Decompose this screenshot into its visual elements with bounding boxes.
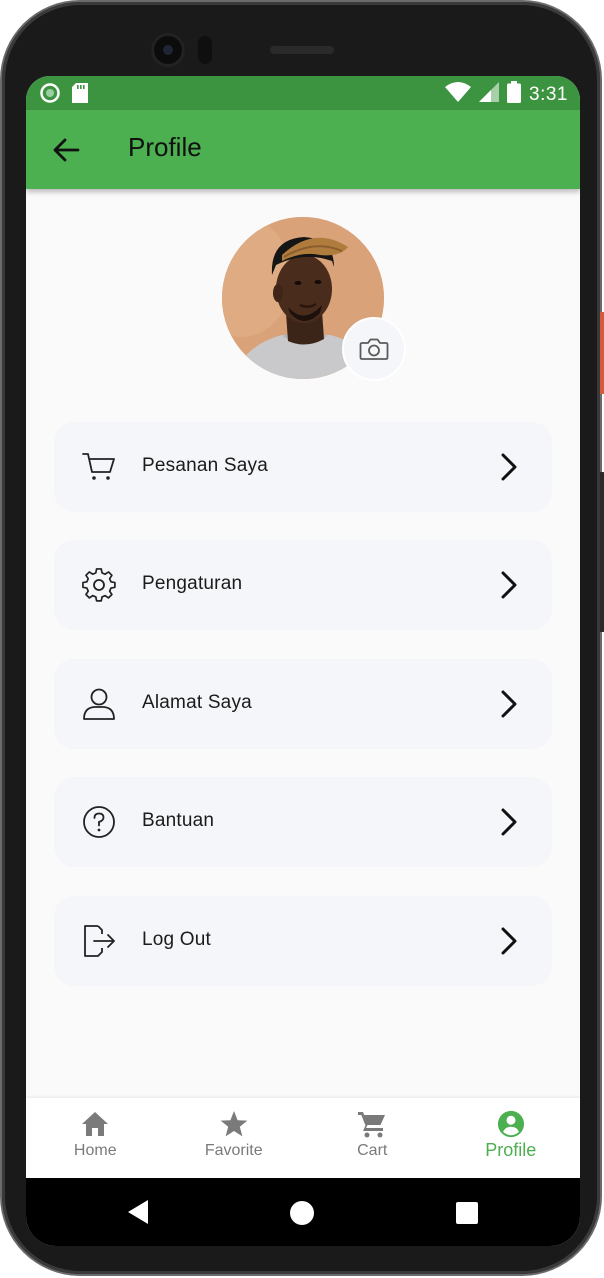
bottom-navigation: Home Favorite Cart Profile [26, 1098, 580, 1178]
notification-circle-icon [40, 83, 60, 108]
chevron-right-icon [496, 924, 522, 958]
menu-item-label: Bantuan [142, 810, 215, 831]
menu-item-alamat-saya[interactable]: Alamat Saya [54, 659, 552, 749]
menu-item-label: Pengaturan [142, 573, 243, 594]
user-icon [80, 685, 118, 723]
star-icon [220, 1111, 248, 1137]
cell-signal-icon [479, 82, 500, 107]
change-photo-button[interactable] [342, 317, 406, 381]
chevron-right-icon [496, 687, 522, 721]
menu-item-bantuan[interactable]: Bantuan [54, 777, 552, 867]
home-icon [82, 1112, 109, 1136]
menu-item-label: Alamat Saya [142, 692, 252, 713]
nav-item-home[interactable]: Home [26, 1098, 165, 1178]
page-title: Profile [128, 132, 202, 162]
system-recents-button[interactable] [456, 1202, 478, 1224]
battery-icon [507, 81, 522, 108]
menu-item-log-out[interactable]: Log Out [54, 896, 552, 986]
wifi-icon [445, 82, 472, 107]
chevron-right-icon [496, 450, 522, 484]
help-icon [80, 803, 118, 841]
cart-icon [358, 1112, 386, 1138]
system-back-button[interactable] [126, 1198, 150, 1231]
triangle-back-icon [128, 1200, 148, 1224]
menu-item-pengaturan[interactable]: Pengaturan [54, 540, 552, 630]
sd-card-icon [72, 83, 88, 108]
phone-top-bezel [2, 2, 600, 82]
menu-item-label: Log Out [142, 929, 212, 950]
nav-label-active: Profile [485, 1140, 537, 1160]
screen: 3:31 Profile Pesanan Saya Pengaturan Ala… [26, 76, 580, 1246]
menu-item-label: Pesanan Saya [142, 455, 268, 476]
chevron-right-icon [496, 805, 522, 839]
earpiece-speaker [270, 46, 334, 54]
power-button [600, 312, 604, 394]
back-button[interactable] [48, 132, 84, 168]
system-navigation-bar [26, 1178, 580, 1246]
account-circle-icon [497, 1110, 524, 1138]
cart-icon [80, 448, 118, 486]
nav-item-favorite[interactable]: Favorite [165, 1098, 304, 1178]
chevron-right-icon [496, 568, 522, 602]
nav-label: Home [73, 1142, 117, 1159]
proximity-sensor [198, 36, 212, 64]
status-time: 3:31 [529, 83, 568, 105]
system-home-button[interactable] [290, 1201, 314, 1225]
nav-item-cart[interactable]: Cart [303, 1098, 442, 1178]
app-bar: Profile [26, 110, 580, 189]
camera-icon [359, 338, 389, 360]
front-camera [154, 36, 182, 64]
nav-label: Favorite [204, 1142, 263, 1159]
status-bar: 3:31 [26, 76, 580, 110]
nav-label: Cart [357, 1142, 388, 1159]
volume-button [600, 472, 604, 632]
nav-item-profile[interactable]: Profile [442, 1098, 581, 1178]
menu-item-pesanan-saya[interactable]: Pesanan Saya [54, 422, 552, 512]
logout-icon [80, 922, 118, 960]
gear-icon [80, 566, 118, 604]
arrow-back-icon [53, 138, 80, 162]
phone-frame: 3:31 Profile Pesanan Saya Pengaturan Ala… [2, 2, 604, 1274]
